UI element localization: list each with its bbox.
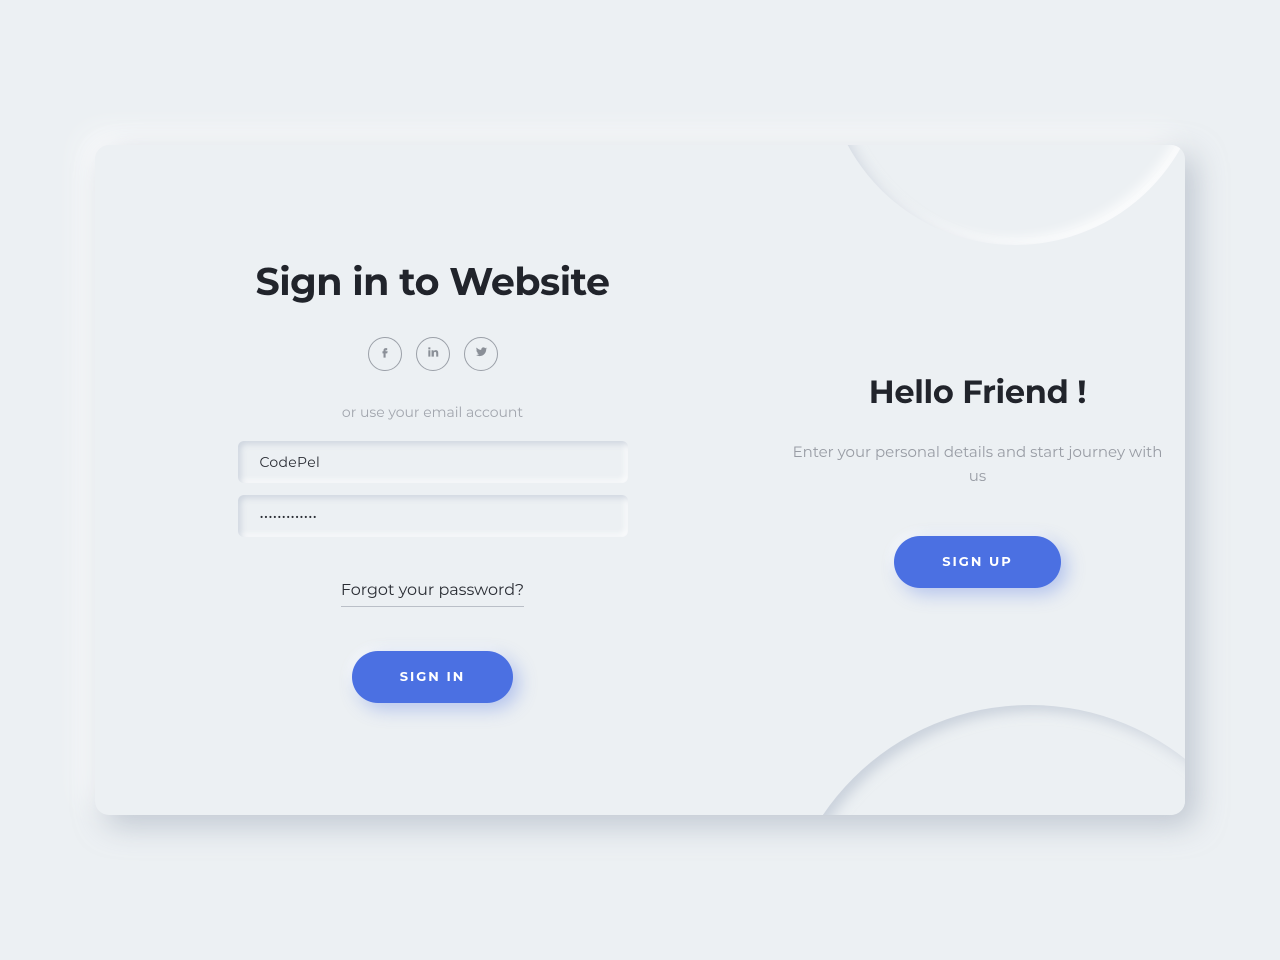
signin-title: Sign in to Website <box>255 258 609 305</box>
facebook-button[interactable] <box>368 337 402 371</box>
twitter-button[interactable] <box>464 337 498 371</box>
signin-subtitle: or use your email account <box>342 403 523 421</box>
twitter-icon <box>474 345 488 362</box>
linkedin-icon <box>426 345 440 362</box>
signin-button[interactable]: SIGN IN <box>352 651 514 703</box>
linkedin-button[interactable] <box>416 337 450 371</box>
welcome-panel: Hello Friend ! Enter your personal detai… <box>770 145 1185 815</box>
signin-panel: Sign in to Website or use your email acc… <box>95 145 770 815</box>
forgot-password-link[interactable]: Forgot your password? <box>341 581 524 607</box>
welcome-title: Hello Friend ! <box>869 373 1086 412</box>
username-input[interactable] <box>238 441 628 483</box>
facebook-icon <box>378 345 392 362</box>
decorative-circle-bottom <box>780 705 1185 815</box>
decorative-circle-top <box>825 145 1185 245</box>
welcome-text: Enter your personal details and start jo… <box>790 440 1165 488</box>
username-group <box>238 441 628 483</box>
password-group <box>238 495 628 537</box>
login-card: Sign in to Website or use your email acc… <box>95 145 1185 815</box>
signup-button[interactable]: SIGN UP <box>894 536 1061 588</box>
social-row <box>368 337 498 371</box>
password-input[interactable] <box>238 495 628 537</box>
